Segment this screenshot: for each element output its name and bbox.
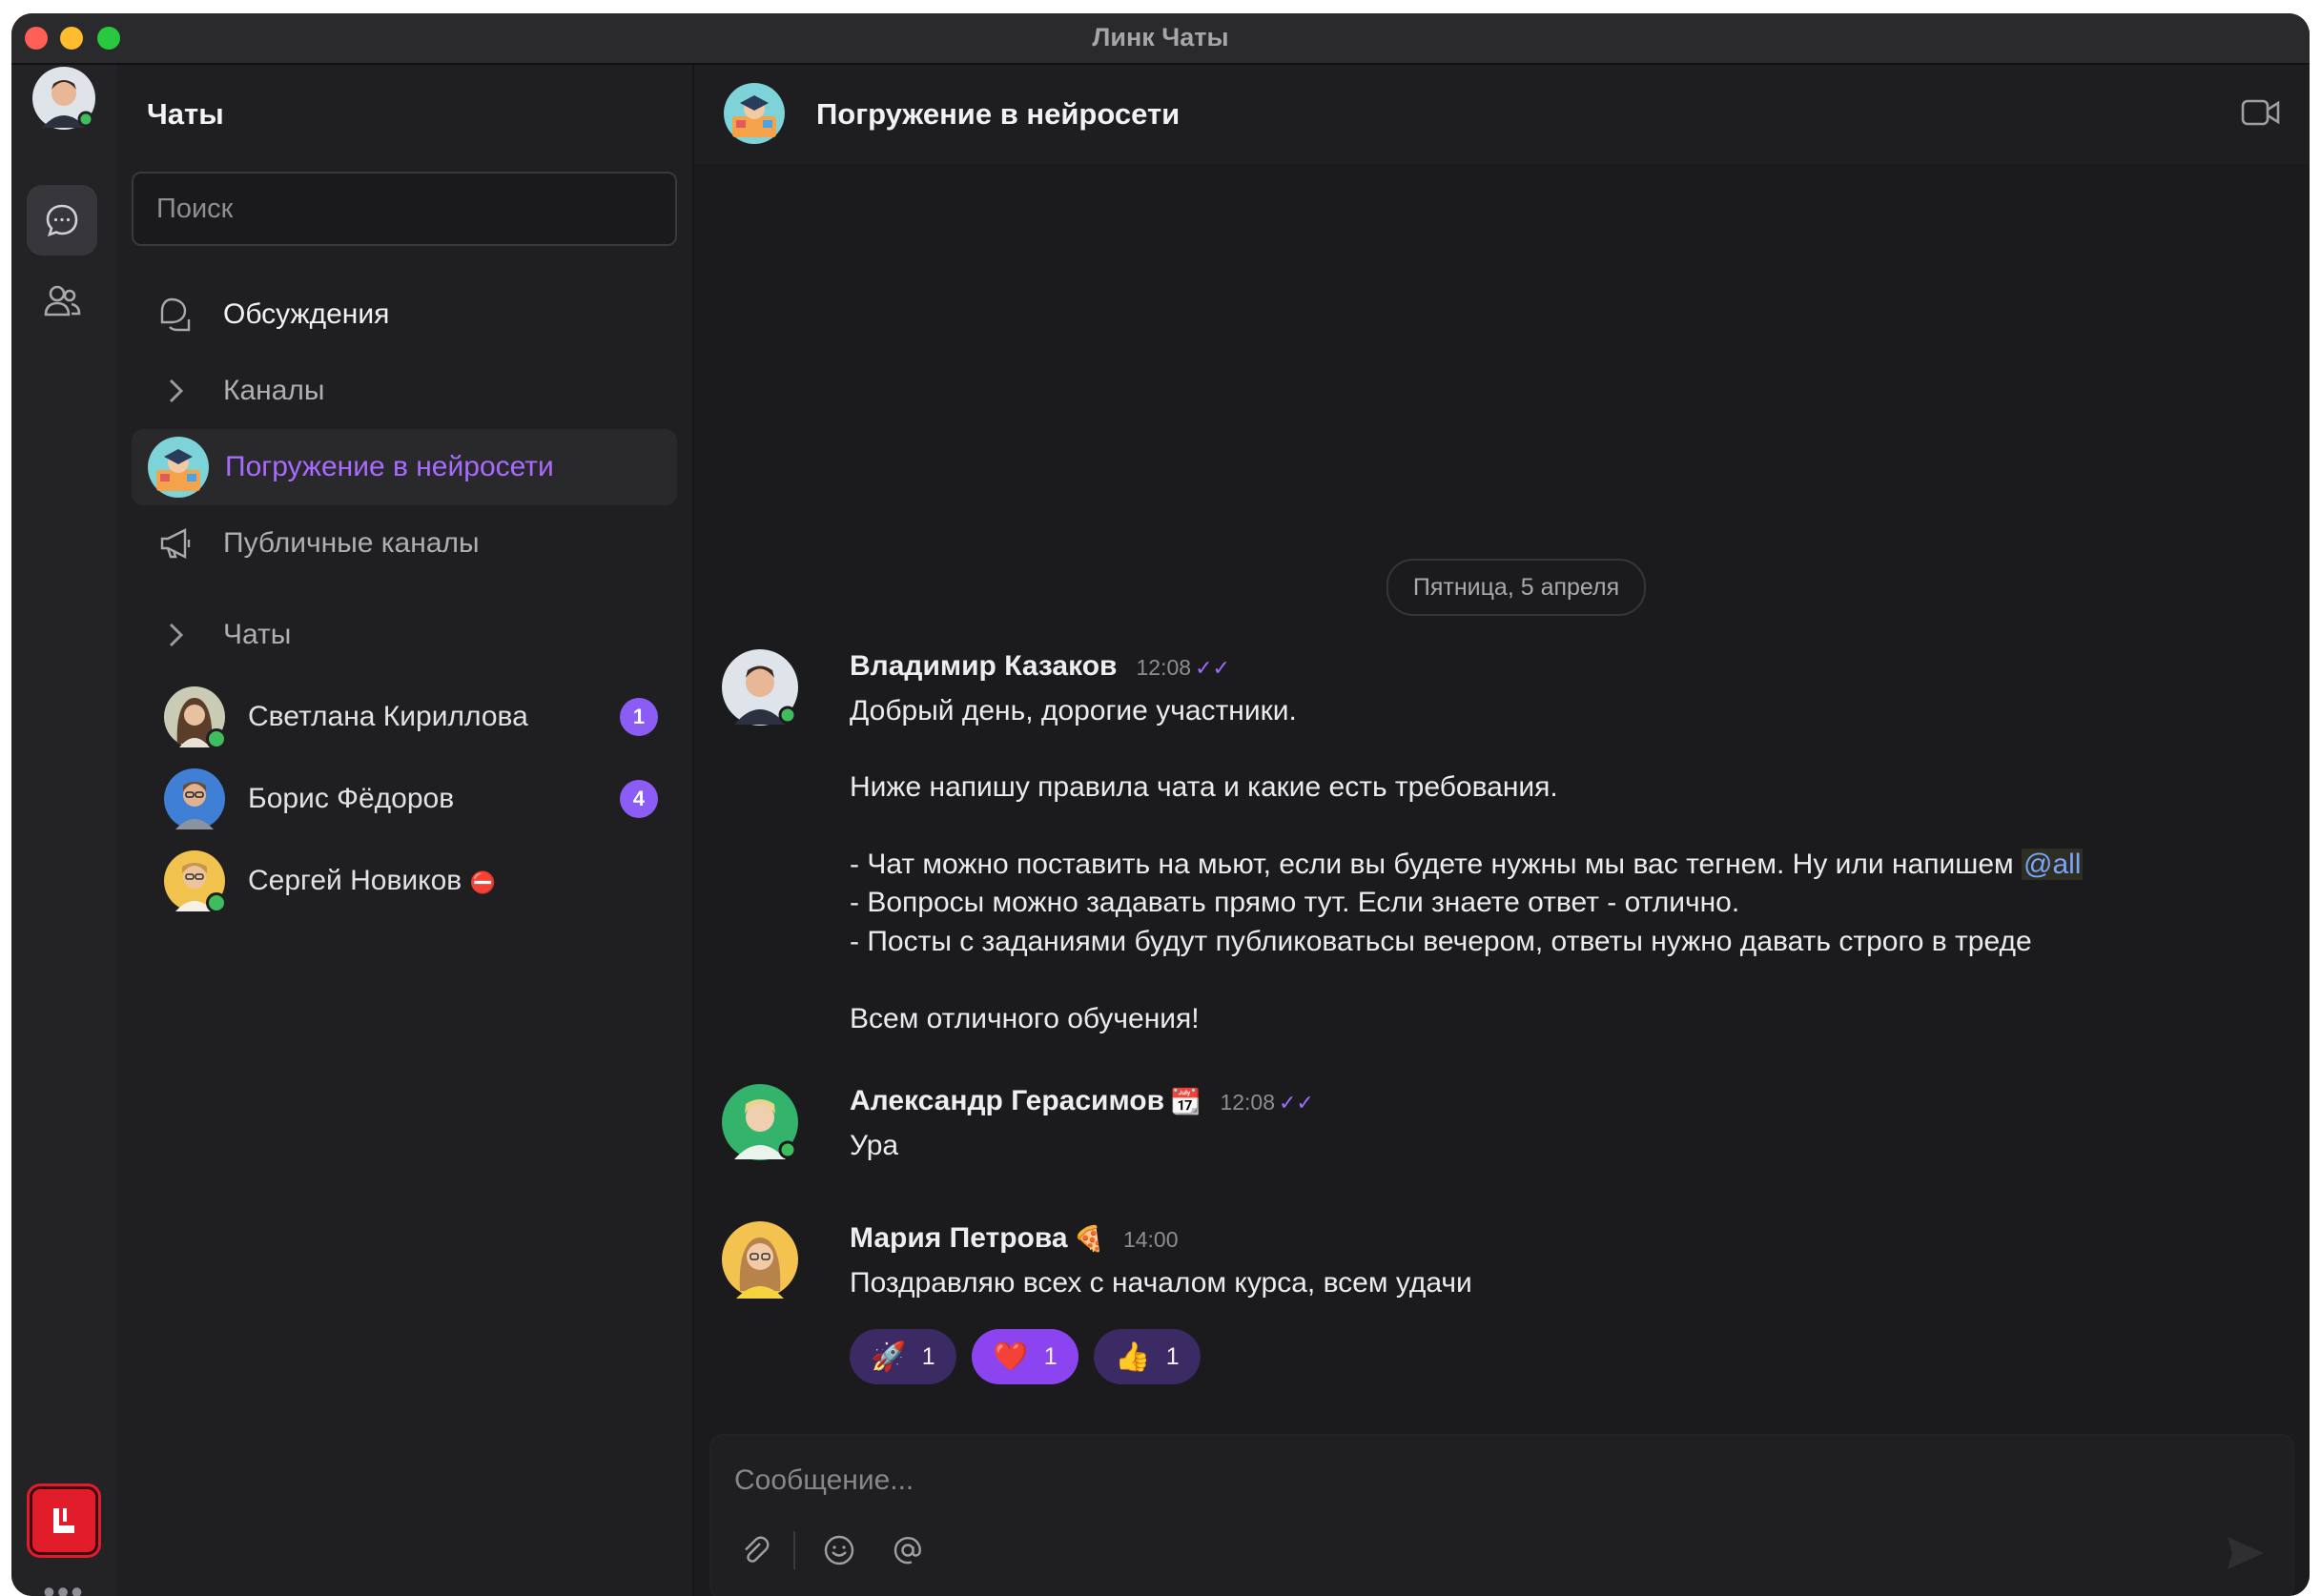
message-line: Всем отличного обучения!	[850, 1003, 1200, 1034]
online-indicator	[206, 728, 227, 749]
message-composer	[709, 1434, 2294, 1596]
link-logo-icon[interactable]	[27, 1483, 101, 1558]
date-separator: Пятница, 5 апреля	[1386, 559, 1647, 616]
avatar	[164, 850, 227, 913]
chat-title: Погружение в нейросети	[816, 97, 1181, 131]
message-line: Добрый день, дорогие участники.	[850, 695, 1297, 726]
chat-header: Погружение в нейросети	[694, 65, 2310, 166]
discussions-icon	[145, 296, 206, 334]
avatar[interactable]	[721, 648, 799, 726]
sidebar-item-label: Обсуждения	[223, 298, 390, 330]
chat-sidebar: Чаты Обсуждения Каналы	[116, 65, 694, 1596]
message-author[interactable]: Владимир Казаков	[850, 650, 1118, 683]
avatar[interactable]	[721, 1083, 799, 1161]
reaction-rocket[interactable]: 🚀 1	[850, 1329, 956, 1384]
sidebar-item-chats[interactable]: Чаты	[132, 597, 677, 673]
app-rail: •••	[11, 65, 116, 1596]
message-line-text: - Чат можно поставить на мьют, если вы б…	[850, 849, 2022, 880]
status-emoji: 📆	[1170, 1087, 1202, 1115]
sidebar-item-channels[interactable]: Каналы	[132, 353, 677, 429]
rail-contacts-button[interactable]	[27, 265, 97, 336]
chat-item-svetlana[interactable]: Светлана Кириллова 1	[132, 679, 677, 755]
sidebar-item-neural-immersion[interactable]: Погружение в нейросети	[132, 429, 677, 505]
rocket-icon: 🚀	[871, 1340, 907, 1373]
rail-chats-button[interactable]	[27, 185, 97, 256]
mention-icon[interactable]	[887, 1529, 929, 1571]
unread-badge: 1	[620, 698, 658, 736]
chat-name: Борис Фёдоров	[248, 783, 455, 814]
avatar[interactable]	[721, 1220, 799, 1299]
avatar	[164, 686, 227, 749]
sidebar-item-label: Каналы	[223, 375, 325, 406]
chat-item-sergey[interactable]: Сергей Новиков ⛔	[132, 843, 677, 919]
message-line: - Посты с заданиями будут публиковатьсы …	[850, 926, 2032, 957]
unread-badge: 4	[620, 780, 658, 818]
send-icon[interactable]	[2222, 1529, 2270, 1577]
sidebar-title: Чаты	[147, 97, 224, 131]
sidebar-item-label: Чаты	[223, 619, 292, 650]
megaphone-icon	[145, 524, 206, 563]
video-call-icon[interactable]	[2241, 97, 2281, 133]
sidebar-item-label: Публичные каналы	[223, 527, 480, 559]
sidebar-item-public-channels[interactable]: Публичные каналы	[132, 505, 677, 582]
reaction-count: 1	[1165, 1342, 1180, 1370]
chat-name: Светлана Кириллова	[248, 701, 528, 732]
heart-icon: ❤️	[993, 1340, 1029, 1373]
mention-link[interactable]: @all	[2021, 849, 2084, 880]
online-indicator	[206, 892, 227, 913]
message-header: Владимир Казаков 12:08 ✓✓	[850, 650, 1230, 683]
chat-name: Сергей Новиков ⛔	[248, 865, 677, 897]
reaction-heart[interactable]: ❤️ 1	[972, 1329, 1078, 1384]
chat-pane: Погружение в нейросети Пятница, 5 апреля	[694, 65, 2310, 1596]
toolbar-divider	[793, 1531, 795, 1569]
message-text: Поздравляю всех с началом курса, всем уд…	[850, 1267, 1472, 1299]
channel-avatar[interactable]	[723, 82, 786, 150]
thumbs-up-icon: 👍	[1115, 1340, 1151, 1373]
message-line: Ниже напишу правила чата и какие есть тр…	[850, 771, 1558, 803]
chevron-right-icon	[145, 621, 206, 649]
message-input[interactable]	[732, 1453, 2167, 1508]
chevron-right-icon	[145, 377, 206, 405]
avatar	[164, 768, 225, 829]
reaction-count: 1	[1043, 1342, 1058, 1370]
profile-avatar[interactable]	[31, 65, 97, 136]
message-time: 12:08	[1220, 1090, 1275, 1115]
search-input[interactable]	[132, 172, 677, 246]
message-header: Мария Петрова 🍕 14:00	[850, 1222, 1179, 1255]
message-time: 14:00	[1122, 1227, 1179, 1252]
status-emoji: ⛔	[469, 870, 496, 894]
sidebar-item-discussions[interactable]: Обсуждения	[132, 276, 677, 353]
message-author[interactable]: Мария Петрова	[850, 1222, 1068, 1255]
message-line: - Вопросы можно задавать прямо тут. Если…	[850, 887, 1740, 918]
status-emoji: 🍕	[1073, 1224, 1104, 1253]
sidebar-item-label: Погружение в нейросети	[225, 451, 554, 482]
reaction-count: 1	[921, 1342, 935, 1370]
more-icon[interactable]: •••	[11, 1575, 116, 1596]
contacts-icon	[44, 285, 81, 317]
chat-name-text: Сергей Новиков	[248, 865, 462, 896]
attach-icon[interactable]	[734, 1529, 776, 1571]
window-title: Линк Чаты	[1092, 23, 1229, 51]
emoji-icon[interactable]	[818, 1529, 860, 1571]
read-check-icon: ✓✓	[1279, 1091, 1314, 1115]
chat-bubble-icon	[46, 204, 78, 237]
message-header: Александр Герасимов 📆 12:08 ✓✓	[850, 1085, 1314, 1117]
title-bar: Линк Чаты	[11, 13, 2310, 65]
read-check-icon: ✓✓	[1195, 656, 1230, 680]
chat-item-boris[interactable]: Борис Фёдоров 4	[132, 761, 677, 837]
channel-avatar	[147, 436, 210, 499]
message-text: Ура	[850, 1130, 899, 1161]
message-time: 12:08	[1136, 655, 1192, 680]
reaction-thumbs-up[interactable]: 👍 1	[1094, 1329, 1201, 1384]
reactions-bar: 🚀 1 ❤️ 1 👍 1	[850, 1329, 1201, 1384]
app-window: Линк Чаты ••• Чаты Поиск Обсуждения Кана…	[11, 13, 2310, 1596]
message-line: - Чат можно поставить на мьют, если вы б…	[850, 846, 2084, 884]
message-author[interactable]: Александр Герасимов	[850, 1085, 1164, 1117]
